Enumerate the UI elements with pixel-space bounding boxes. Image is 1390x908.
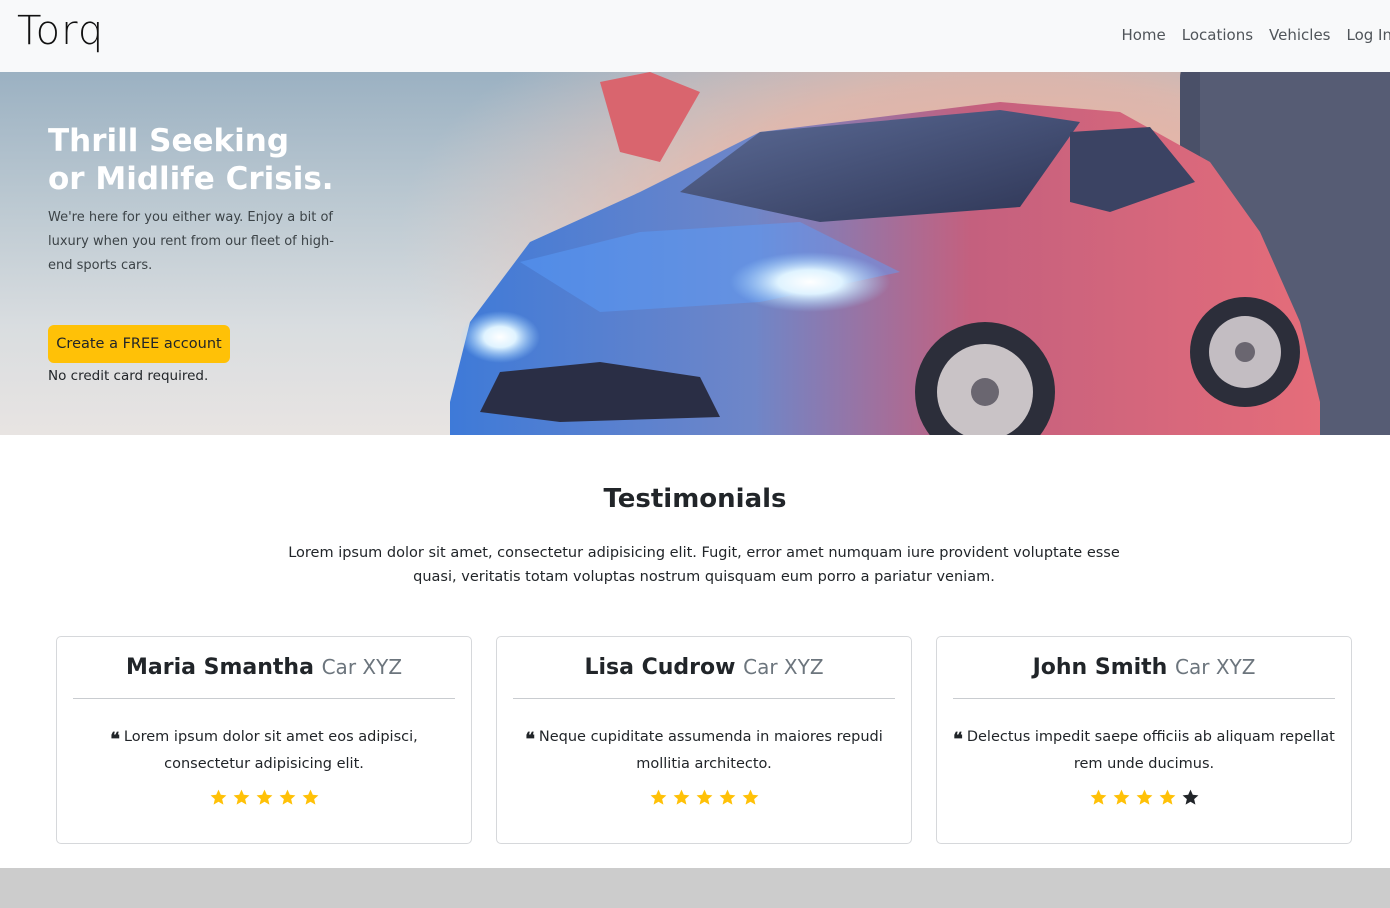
star-rating — [57, 788, 471, 807]
testimonial-car: Car XYZ — [321, 655, 403, 679]
hero-title-line-1: Thrill Seeking — [48, 123, 290, 159]
testimonial-car: Car XYZ — [1175, 655, 1256, 679]
hero-title: Thrill Seeking or Midlife Crisis. — [48, 122, 388, 198]
star-filled-icon — [742, 789, 758, 805]
star-rating — [497, 788, 911, 807]
nav-locations-link[interactable]: Locations — [1182, 26, 1253, 44]
star-filled-icon — [302, 789, 318, 805]
brand-logo[interactable]: Torq — [17, 8, 104, 54]
star-filled-icon — [696, 789, 712, 805]
testimonial-header: Lisa Cudrow Car XYZ — [497, 655, 911, 680]
testimonial-card: Maria Smantha Car XYZ ❝ Lorem ipsum dolor… — [56, 636, 472, 844]
navbar: Torq Home Locations Vehicles Log In — [0, 0, 1390, 72]
hero-section: Thrill Seeking or Midlife Crisis. We're … — [0, 72, 1390, 435]
testimonial-header: Maria Smantha Car XYZ — [57, 655, 471, 680]
hero-note: No credit card required. — [48, 368, 209, 384]
star-rating — [937, 788, 1351, 807]
nav-home-link[interactable]: Home — [1121, 26, 1165, 44]
star-filled-icon — [650, 789, 666, 805]
quote-icon: ❝ — [110, 729, 120, 750]
divider — [953, 698, 1335, 699]
testimonial-quote-text: Delectus impedit saepe officiis ab aliqu… — [966, 729, 1335, 772]
divider — [513, 698, 895, 699]
star-filled-icon — [673, 789, 689, 805]
testimonial-header: John Smith Car XYZ — [937, 655, 1351, 680]
create-account-button[interactable]: Create a FREE account — [48, 325, 230, 363]
star-filled-icon — [1159, 789, 1175, 805]
star-filled-icon — [210, 789, 226, 805]
testimonial-name: John Smith — [1032, 655, 1168, 680]
star-filled-icon — [279, 789, 295, 805]
footer — [0, 868, 1390, 908]
star-filled-icon — [1090, 789, 1106, 805]
testimonials-intro: Lorem ipsum dolor sit amet, consectetur … — [288, 545, 1120, 585]
nav-login-link[interactable]: Log In — [1347, 26, 1390, 44]
star-filled-icon — [719, 789, 735, 805]
star-filled-icon — [1136, 789, 1152, 805]
quote-icon: ❝ — [953, 729, 963, 750]
testimonial-card: John Smith Car XYZ ❝ Delectus impedit sae… — [936, 636, 1352, 844]
testimonials-title: Testimonials — [603, 484, 787, 514]
star-filled-icon — [256, 789, 272, 805]
star-filled-icon — [233, 789, 249, 805]
star-empty-icon — [1182, 789, 1198, 805]
testimonial-quote: ❝ Lorem ipsum dolor sit amet eos adipisci… — [73, 725, 455, 776]
testimonial-quote: ❝ Delectus impedit saepe officiis ab aliq… — [953, 725, 1335, 776]
star-filled-icon — [1113, 789, 1129, 805]
testimonial-quote-text: Neque cupiditate assumenda in maiores re… — [538, 729, 883, 772]
nav-vehicles-link[interactable]: Vehicles — [1269, 26, 1330, 44]
divider — [73, 698, 455, 699]
testimonial-card: Lisa Cudrow Car XYZ ❝ Neque cupiditate as… — [496, 636, 912, 844]
testimonial-name: Maria Smantha — [125, 655, 314, 680]
quote-icon: ❝ — [525, 729, 535, 750]
testimonial-quote-text: Lorem ipsum dolor sit amet eos adipisci,… — [123, 729, 418, 772]
testimonial-quote: ❝ Neque cupiditate assumenda in maiores r… — [513, 725, 895, 776]
testimonial-name: Lisa Cudrow — [584, 655, 736, 680]
hero-title-line-2: or Midlife Crisis. — [48, 161, 334, 197]
testimonial-car: Car XYZ — [743, 655, 824, 679]
hero-description: We're here for you either way. Enjoy a b… — [48, 210, 334, 273]
nav-links: Home Locations Vehicles Log In — [1121, 26, 1390, 44]
